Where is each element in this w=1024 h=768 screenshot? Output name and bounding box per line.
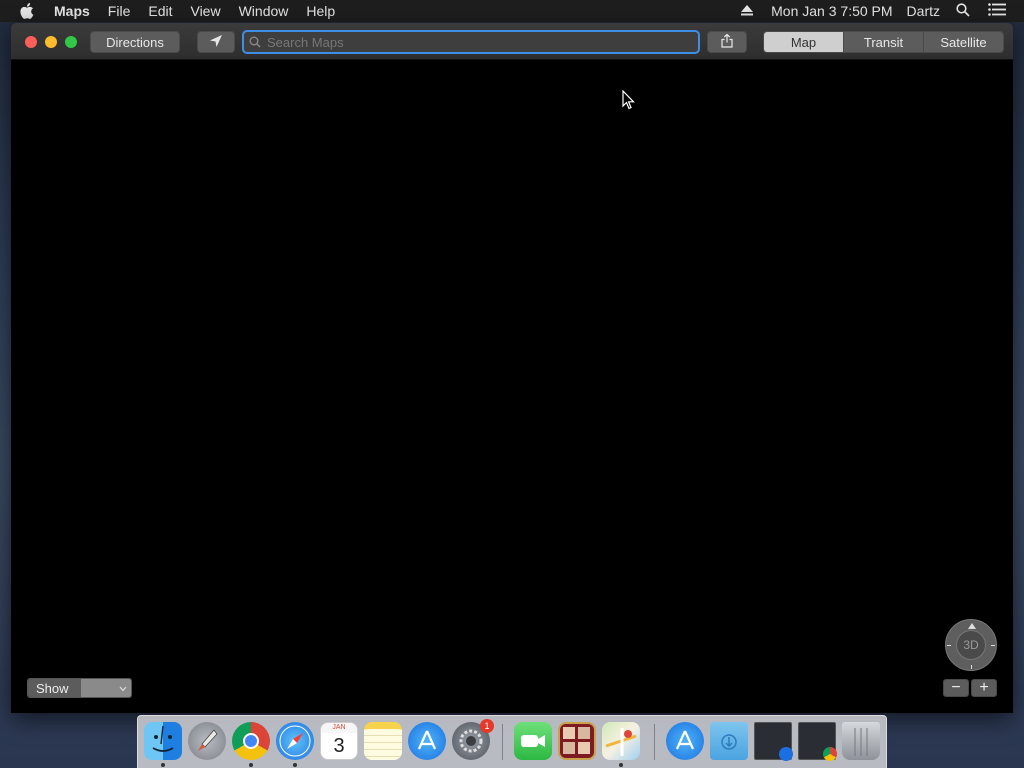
maps-window: Directions Map Transit Satellite Show [11,23,1013,713]
close-window-button[interactable] [25,36,37,48]
system-preferences-icon[interactable]: 1 [452,719,494,760]
app-store-folder-icon[interactable] [666,722,704,760]
window-preview-chrome-icon[interactable] [798,722,837,761]
safari-badge-icon [779,747,793,761]
search-field[interactable] [242,30,700,54]
maps-running-indicator [619,763,623,767]
compass-west-tick [947,645,951,646]
calendar-day: 3 [333,735,345,757]
show-dropdown[interactable] [81,679,131,697]
fullscreen-window-button[interactable] [65,36,77,48]
menu-bar: Maps File Edit View Window Help Mon Jan … [0,0,1024,22]
trash-icon[interactable] [842,722,880,760]
spotlight-icon[interactable] [956,2,970,20]
share-icon [721,33,733,51]
finder-icon[interactable] [144,722,182,760]
notification-center-icon[interactable] [988,3,1006,19]
compass-east-tick [991,645,995,646]
dock-separator-2 [654,724,655,760]
eject-icon[interactable] [741,3,754,19]
search-icon [249,36,261,48]
launchpad-icon[interactable] [188,722,226,760]
dock: JAN 3 1 [137,715,887,768]
minimize-window-button[interactable] [45,36,57,48]
location-arrow-icon [209,34,223,51]
menu-maps[interactable]: Maps [54,3,90,19]
menu-view[interactable]: View [190,3,220,19]
calendar-icon[interactable]: JAN 3 [320,722,358,760]
menubar-clock[interactable]: Mon Jan 3 7:50 PM [771,3,892,19]
share-button[interactable] [707,31,747,53]
photo-booth-icon[interactable] [558,722,596,760]
apple-menu-icon[interactable] [20,3,40,19]
safari-icon[interactable] [276,722,314,760]
menu-help[interactable]: Help [306,3,335,19]
downloads-folder-icon[interactable] [710,722,748,760]
system-preferences-badge: 1 [480,719,494,733]
compass-north-marker [968,622,976,631]
chevron-down-icon [119,679,127,697]
show-control: Show [27,678,132,698]
menu-file[interactable]: File [108,3,131,19]
menu-window[interactable]: Window [239,3,289,19]
calendar-month: JAN [321,723,357,733]
search-input[interactable] [267,34,647,50]
finder-running-indicator [161,763,165,767]
show-label: Show [28,679,81,697]
chrome-badge-icon [823,747,837,761]
chrome-running-indicator [249,763,253,767]
zoom-out-button[interactable]: − [943,679,969,697]
compass-south-tick [971,665,972,669]
current-location-button[interactable] [197,31,235,53]
app-store-icon[interactable] [408,722,446,760]
menu-edit[interactable]: Edit [148,3,172,19]
maps-icon[interactable] [602,722,640,760]
menubar-user[interactable]: Dartz [907,3,940,19]
window-preview-safari-icon[interactable] [754,722,793,761]
view-mode-map[interactable]: Map [764,32,844,52]
zoom-in-button[interactable]: + [971,679,997,697]
view-mode-segmented-control: Map Transit Satellite [763,31,1004,53]
toggle-3d-button[interactable]: 3D [956,630,986,660]
notes-icon[interactable] [364,722,402,760]
chrome-icon[interactable] [232,722,270,760]
facetime-icon[interactable] [514,722,552,760]
window-toolbar: Directions Map Transit Satellite [11,23,1013,60]
view-mode-satellite[interactable]: Satellite [924,32,1003,52]
compass-3d-control[interactable]: 3D [945,619,997,671]
directions-button[interactable]: Directions [90,31,180,53]
map-canvas[interactable] [11,60,1013,713]
mouse-cursor-icon [622,89,636,115]
dock-separator [502,724,503,760]
view-mode-transit[interactable]: Transit [844,32,924,52]
zoom-control: − + [943,679,999,697]
safari-running-indicator [293,763,297,767]
